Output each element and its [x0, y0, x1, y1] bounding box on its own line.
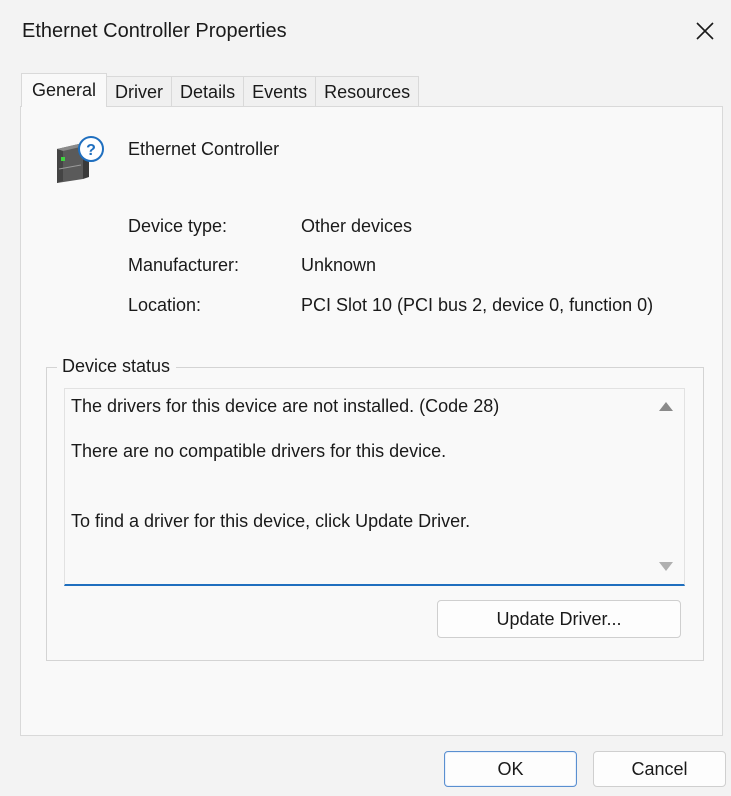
manufacturer-value: Unknown [301, 255, 377, 275]
window-title: Ethernet Controller Properties [22, 20, 287, 42]
cancel-button[interactable]: Cancel [593, 751, 726, 787]
device-name: Ethernet Controller [128, 139, 280, 159]
device-type-label: Device type: [128, 216, 228, 236]
scroll-down-icon[interactable] [659, 562, 673, 571]
manufacturer-label: Manufacturer: [128, 255, 240, 275]
title-bar: Ethernet Controller Properties [0, 0, 731, 62]
tab-general[interactable]: General [21, 73, 108, 107]
status-line-no-drivers: There are no compatible drivers for this… [71, 441, 447, 461]
update-driver-button[interactable]: Update Driver... [437, 600, 681, 638]
status-scrollbar[interactable] [649, 390, 683, 583]
location-value: PCI Slot 10 (PCI bus 2, device 0, functi… [301, 295, 654, 315]
location-label: Location: [128, 295, 202, 315]
device-status-group: Device status The drivers for this devic… [46, 356, 704, 661]
ok-button[interactable]: OK [444, 751, 577, 787]
close-button[interactable] [679, 0, 731, 62]
properties-dialog: Ethernet Controller Properties General D… [0, 0, 731, 796]
tab-driver[interactable]: Driver [106, 76, 173, 107]
status-line-code: The drivers for this device are not inst… [71, 396, 500, 416]
device-type-value: Other devices [301, 216, 413, 236]
status-line-instructions: To find a driver for this device, click … [71, 511, 471, 531]
tab-resources[interactable]: Resources [315, 76, 420, 107]
close-icon [696, 22, 714, 40]
device-status-textbox[interactable]: The drivers for this device are not inst… [64, 388, 685, 586]
scroll-up-icon[interactable] [659, 402, 673, 411]
tab-details[interactable]: Details [171, 76, 245, 107]
general-tab-panel: ? Ethernet Controller Device type: Other… [20, 106, 723, 736]
device-status-label: Device status [57, 356, 177, 377]
tab-strip: General Driver Details Events Resources [21, 73, 420, 107]
svg-text:?: ? [86, 142, 96, 159]
tab-events[interactable]: Events [243, 76, 317, 107]
unknown-device-icon: ? [57, 136, 104, 183]
